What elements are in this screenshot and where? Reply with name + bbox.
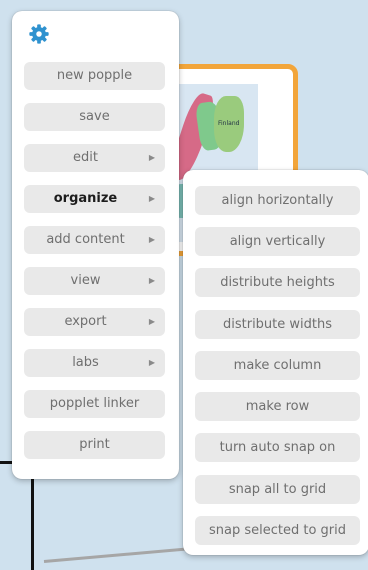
labs-menu-item[interactable]: labs ▶	[24, 349, 165, 377]
save-button[interactable]: save	[24, 103, 165, 131]
connector-line	[31, 470, 34, 570]
align-vertically-button[interactable]: align vertically	[195, 227, 360, 256]
make-row-button[interactable]: make row	[195, 392, 360, 421]
main-menu: new popple save edit ▶ organize ▶ add co…	[12, 11, 179, 479]
chevron-right-icon: ▶	[148, 194, 155, 203]
chevron-right-icon: ▶	[148, 358, 155, 367]
chevron-right-icon: ▶	[148, 317, 155, 326]
distribute-widths-button[interactable]: distribute widths	[195, 310, 360, 339]
menu-item-label: view	[70, 273, 101, 288]
menu-item-label: edit	[73, 150, 98, 165]
print-button[interactable]: print	[24, 431, 165, 459]
map-label: Finland	[218, 120, 240, 127]
menu-item-label: popplet linker	[49, 396, 140, 411]
menu-item-label: new popple	[56, 68, 133, 83]
menu-item-label: labs	[72, 355, 99, 370]
connector-line	[0, 461, 12, 464]
view-menu-item[interactable]: view ▶	[24, 267, 165, 295]
make-column-button[interactable]: make column	[195, 351, 360, 380]
organize-submenu: align horizontally align vertically dist…	[183, 170, 368, 555]
menu-item-label: add content	[46, 232, 125, 247]
organize-menu-item[interactable]: organize ▶	[24, 185, 165, 213]
auto-snap-toggle[interactable]: turn auto snap on	[195, 433, 360, 462]
add-content-menu-item[interactable]: add content ▶	[24, 226, 165, 254]
new-popple-button[interactable]: new popple	[24, 62, 165, 90]
edit-menu-item[interactable]: edit ▶	[24, 144, 165, 172]
menu-item-label: export	[64, 314, 107, 329]
chevron-right-icon: ▶	[148, 153, 155, 162]
gear-icon[interactable]	[28, 23, 50, 45]
align-horizontally-button[interactable]: align horizontally	[195, 186, 360, 215]
popplet-linker-button[interactable]: popplet linker	[24, 390, 165, 418]
export-menu-item[interactable]: export ▶	[24, 308, 165, 336]
menu-item-label: save	[79, 109, 110, 124]
distribute-heights-button[interactable]: distribute heights	[195, 268, 360, 297]
snap-all-to-grid-button[interactable]: snap all to grid	[195, 475, 360, 504]
menu-item-label: organize	[53, 191, 118, 206]
chevron-right-icon: ▶	[148, 235, 155, 244]
menu-item-label: print	[79, 437, 110, 452]
snap-selected-to-grid-button[interactable]: snap selected to grid	[195, 516, 360, 545]
chevron-right-icon: ▶	[148, 276, 155, 285]
